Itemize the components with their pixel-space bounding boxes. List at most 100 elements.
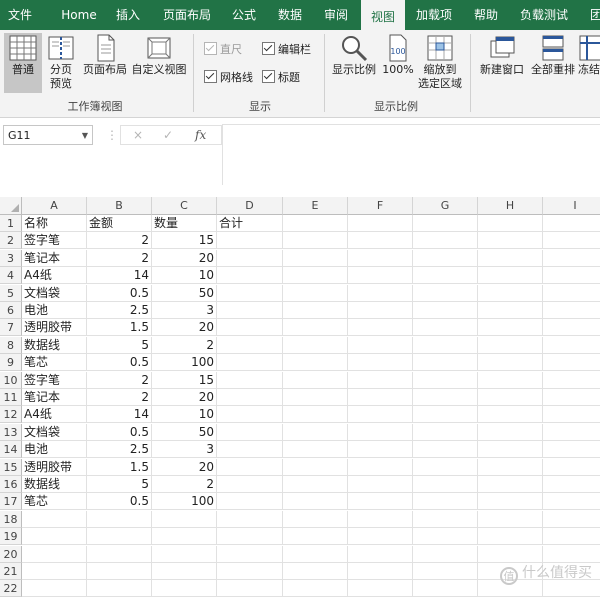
cell-h1[interactable] bbox=[478, 215, 543, 232]
cell-c5[interactable]: 50 bbox=[152, 284, 217, 302]
cell-i12[interactable] bbox=[543, 406, 600, 424]
cell-b7[interactable]: 1.5 bbox=[87, 319, 152, 337]
cell-e18[interactable] bbox=[283, 510, 348, 528]
cell-d9[interactable] bbox=[217, 354, 283, 372]
column-header-d[interactable]: D bbox=[217, 197, 283, 215]
cell-i3[interactable] bbox=[543, 250, 600, 267]
cell-e1[interactable] bbox=[283, 215, 348, 232]
cell-i9[interactable] bbox=[543, 354, 600, 372]
cell-b13[interactable]: 0.5 bbox=[87, 423, 152, 441]
cell-g6[interactable] bbox=[413, 302, 478, 319]
cell-g4[interactable] bbox=[413, 267, 478, 285]
cell-e4[interactable] bbox=[283, 267, 348, 285]
cell-e2[interactable] bbox=[283, 232, 348, 250]
cell-i15[interactable] bbox=[543, 459, 600, 476]
cell-d4[interactable] bbox=[217, 267, 283, 285]
cell-h5[interactable] bbox=[478, 284, 543, 302]
cell-e10[interactable] bbox=[283, 371, 348, 389]
cell-e9[interactable] bbox=[283, 354, 348, 372]
cell-f17[interactable] bbox=[348, 493, 413, 511]
cell-f4[interactable] bbox=[348, 267, 413, 285]
select-all-corner[interactable] bbox=[0, 197, 22, 215]
cell-b14[interactable]: 2.5 bbox=[87, 441, 152, 459]
cell-c4[interactable]: 10 bbox=[152, 267, 217, 285]
row-header[interactable]: 7 bbox=[0, 319, 22, 337]
cell-d12[interactable] bbox=[217, 406, 283, 424]
cell-c11[interactable]: 20 bbox=[152, 389, 217, 406]
cell-a22[interactable] bbox=[22, 580, 87, 597]
cell-g9[interactable] bbox=[413, 354, 478, 372]
zoom-100-button[interactable]: 100 100% bbox=[380, 33, 416, 93]
cell-c8[interactable]: 2 bbox=[152, 336, 217, 354]
cell-c7[interactable]: 20 bbox=[152, 319, 217, 337]
column-header-i[interactable]: I bbox=[543, 197, 600, 215]
cell-f20[interactable] bbox=[348, 545, 413, 563]
cell-e20[interactable] bbox=[283, 545, 348, 563]
cell-b20[interactable] bbox=[87, 545, 152, 563]
cell-f12[interactable] bbox=[348, 406, 413, 424]
cell-i13[interactable] bbox=[543, 424, 600, 441]
cell-g11[interactable] bbox=[413, 389, 478, 406]
cell-h8[interactable] bbox=[478, 336, 543, 354]
gridlines-checkbox[interactable]: 网格线 bbox=[204, 70, 253, 85]
cell-d6[interactable] bbox=[217, 302, 283, 319]
cell-f8[interactable] bbox=[348, 336, 413, 354]
cell-i11[interactable] bbox=[543, 389, 600, 406]
cell-b10[interactable]: 2 bbox=[87, 371, 152, 389]
row-header[interactable]: 21 bbox=[0, 563, 22, 580]
cell-a6[interactable]: 电池 bbox=[22, 302, 87, 319]
cell-d14[interactable] bbox=[217, 441, 283, 459]
cell-a3[interactable]: 笔记本 bbox=[22, 249, 87, 267]
cell-c10[interactable]: 15 bbox=[152, 371, 217, 389]
cell-i14[interactable] bbox=[543, 441, 600, 459]
cell-f22[interactable] bbox=[348, 580, 413, 597]
cell-h19[interactable] bbox=[478, 528, 543, 546]
chevron-down-icon[interactable]: ▼ bbox=[82, 126, 88, 146]
zoom-to-selection-button[interactable]: 缩放到 选定区域 bbox=[416, 33, 464, 97]
cell-d8[interactable] bbox=[217, 336, 283, 354]
cell-d7[interactable] bbox=[217, 319, 283, 337]
cell-f15[interactable] bbox=[348, 458, 413, 476]
cell-b3[interactable]: 2 bbox=[87, 249, 152, 267]
row-header[interactable]: 18 bbox=[0, 510, 22, 528]
row-header[interactable]: 22 bbox=[0, 580, 22, 597]
tab-insert[interactable]: 插入 bbox=[108, 0, 148, 30]
cell-f1[interactable] bbox=[348, 215, 413, 232]
cell-b16[interactable]: 5 bbox=[87, 476, 152, 493]
tab-view[interactable]: 视图 bbox=[361, 0, 405, 32]
cell-i20[interactable] bbox=[543, 546, 600, 563]
page-break-preview-button[interactable]: 分页 预览 bbox=[44, 33, 78, 97]
row-header[interactable]: 19 bbox=[0, 528, 22, 546]
row-header[interactable]: 1 bbox=[0, 215, 22, 232]
cell-a15[interactable]: 透明胶带 bbox=[22, 458, 87, 476]
cell-g1[interactable] bbox=[413, 215, 478, 232]
cell-f11[interactable] bbox=[348, 389, 413, 406]
cell-d20[interactable] bbox=[217, 545, 283, 563]
cell-a13[interactable]: 文档袋 bbox=[22, 423, 87, 441]
cell-g2[interactable] bbox=[413, 232, 478, 250]
cell-b2[interactable]: 2 bbox=[87, 232, 152, 250]
cell-h4[interactable] bbox=[478, 267, 543, 285]
row-header[interactable]: 6 bbox=[0, 302, 22, 319]
cell-f5[interactable] bbox=[348, 284, 413, 302]
cell-e3[interactable] bbox=[283, 249, 348, 267]
cell-i18[interactable] bbox=[543, 511, 600, 528]
cell-i16[interactable] bbox=[543, 476, 600, 493]
cell-c19[interactable] bbox=[152, 528, 217, 546]
cell-b6[interactable]: 2.5 bbox=[87, 302, 152, 319]
cell-g22[interactable] bbox=[413, 580, 478, 597]
cell-h6[interactable] bbox=[478, 302, 543, 319]
cell-h3[interactable] bbox=[478, 249, 543, 267]
cell-f6[interactable] bbox=[348, 302, 413, 319]
cell-h12[interactable] bbox=[478, 406, 543, 424]
headings-checkbox[interactable]: 标题 bbox=[262, 70, 300, 85]
row-header[interactable]: 10 bbox=[0, 371, 22, 389]
cell-f18[interactable] bbox=[348, 510, 413, 528]
cell-g20[interactable] bbox=[413, 545, 478, 563]
row-header[interactable]: 11 bbox=[0, 389, 22, 406]
cell-c22[interactable] bbox=[152, 580, 217, 597]
tab-formulas[interactable]: 公式 bbox=[224, 0, 264, 30]
row-header[interactable]: 12 bbox=[0, 406, 22, 424]
cell-h15[interactable] bbox=[478, 458, 543, 476]
cancel-icon[interactable]: × bbox=[133, 128, 143, 142]
